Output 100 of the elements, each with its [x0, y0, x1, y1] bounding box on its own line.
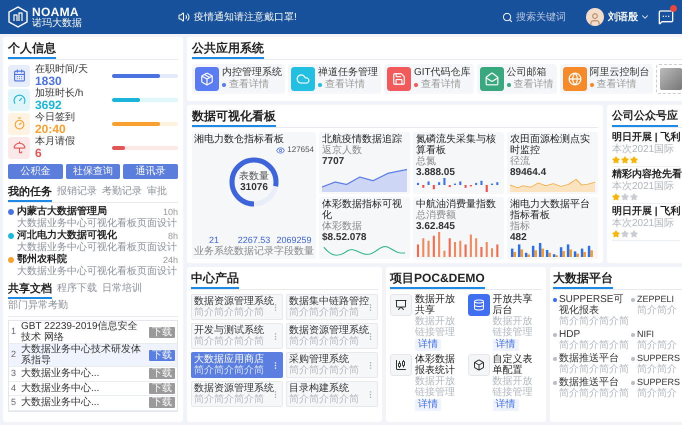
platform-name: SUPPERS [637, 353, 680, 364]
tab[interactable]: 部门异常考勤 [8, 299, 68, 316]
document-title: 大数据业务中心技术研发体系指导 [21, 344, 142, 366]
stat-icon [8, 136, 30, 158]
product-card[interactable]: 采购管理系统 简介简介简介简 [286, 352, 378, 378]
details-button[interactable]: 详情 [415, 399, 441, 411]
stat-icon [8, 88, 30, 110]
platform-caption: 简介简介 [637, 388, 678, 399]
app-tile[interactable]: 内控管理系统 查看详情 [192, 64, 285, 94]
quick-button[interactable]: 公积金 [8, 164, 63, 179]
download-button[interactable]: 下载 [149, 326, 175, 338]
project-icon-tile[interactable] [390, 354, 412, 376]
mail-icon [484, 72, 499, 86]
download-button[interactable]: 下载 [149, 350, 175, 360]
product-caption: 简介简介简介简 [194, 365, 265, 376]
stat-label: 业务系统 [194, 246, 234, 257]
stat-label: 字段数量 [274, 246, 314, 257]
quick-button[interactable]: 社保查询 [66, 164, 120, 179]
news-excerpt: 本次2021国际 [612, 181, 676, 192]
download-button[interactable]: 下载 [149, 382, 175, 394]
project-caption: 数据开放链接管理 [492, 376, 534, 398]
product-card[interactable]: 数据资源管理系统 简介简介简介简 [191, 294, 283, 320]
project-icon-tile[interactable] [468, 294, 490, 316]
details-button[interactable]: 详情 [492, 399, 518, 411]
product-caption: 简介简介简介简 [289, 365, 360, 376]
product-caption: 简介简介简介简 [289, 394, 360, 405]
product-card[interactable]: 数据资源管理系统 简介简介简介简 [286, 323, 378, 349]
project-caption: 数据开放链接管理 [415, 376, 456, 398]
tab[interactable]: 审批 [147, 185, 167, 202]
tab[interactable]: 报销记录 [57, 185, 97, 202]
details-link[interactable]: 查看详情 [421, 79, 461, 91]
message-icon[interactable] [658, 9, 674, 25]
product-card[interactable]: 目录构建系统 简介简介简介简 [286, 381, 378, 407]
tab[interactable]: 考勤记录 [102, 185, 142, 202]
platform-name: SUPPERSE可视化报表 [559, 294, 624, 316]
task-hours: 24h [162, 254, 178, 266]
document-title: GBT 22239-2019信息安全技术 网络 [21, 321, 139, 343]
metric-label: 总消费额 [416, 210, 457, 221]
project-icon-tile[interactable] [390, 294, 412, 316]
metric-value: 7707 [322, 156, 346, 167]
logo-subtitle: 诺玛大数据 [32, 18, 82, 28]
metric-value: 89464.4 [510, 167, 548, 178]
task-subtitle: 大数据业务中心可视化看板页面设计 [17, 266, 178, 277]
app-name: 阿里云控制台 [590, 67, 650, 78]
details-link[interactable]: 查看详情 [325, 79, 365, 91]
task-hours: 8h [168, 230, 178, 242]
news-excerpt: 本次2021国际 [612, 218, 676, 229]
task-subtitle: 大数据业务中心可视化看板页面设计 [17, 242, 178, 253]
globe-icon [568, 72, 582, 86]
section-title: 中心产品 [191, 271, 239, 289]
tab[interactable]: 我的任务 [8, 185, 52, 202]
user-name: 刘语殷 [608, 10, 638, 24]
stat-value: 2267.53 [238, 235, 270, 246]
document-row[interactable]: 3 大数据业务中心... 下载 [9, 367, 177, 382]
section-title: 大数据平台 [553, 271, 613, 289]
task-title: 鄂州农科院 [17, 254, 67, 266]
product-card[interactable]: 数据集中链路管控 简介简介简介简 [286, 294, 378, 320]
tab[interactable]: 共享文档 [8, 282, 52, 299]
section-title: 个人信息 [8, 41, 56, 59]
app-tile[interactable]: 阿里云控制台 查看详情 [560, 64, 653, 94]
product-card[interactable]: 数据资源管理系统 简介简介简介简 [191, 381, 283, 407]
platform-name: NIFI [637, 329, 655, 340]
document-row[interactable]: 4 大数据业务中心... 下载 [9, 382, 177, 396]
notification-badge [670, 5, 677, 12]
details-button[interactable]: 详情 [415, 339, 441, 351]
app-tile[interactable]: GIT代码仓库 查看详情 [384, 64, 474, 94]
candlestick-icon [395, 359, 407, 371]
app-tile[interactable]: 公司邮箱 查看详情 [476, 64, 557, 94]
project-icon-tile[interactable] [468, 354, 490, 376]
search-field[interactable]: 搜索关键词 [502, 10, 580, 24]
project-caption: 数据开放链接管理 [415, 316, 456, 338]
platform-name: 数据推送平台 [559, 377, 620, 388]
metric-label: 体彩数据 [322, 221, 363, 232]
details-button[interactable]: 详情 [492, 339, 518, 351]
metric-label: 返京人数 [322, 145, 363, 156]
logo-text: NOAMA [32, 6, 79, 18]
document-row[interactable]: 5 大数据业务中心... 下载 [9, 396, 177, 410]
app-tile[interactable]: 禅道任务管理 查看详情 [288, 64, 381, 94]
details-link[interactable]: 查看详情 [229, 79, 269, 91]
tab[interactable]: 程序下载 [57, 282, 97, 299]
package-icon [200, 72, 214, 86]
details-link[interactable]: 查看详情 [596, 79, 637, 91]
tab[interactable]: 日常培训 [102, 282, 142, 299]
cube-icon [472, 359, 484, 371]
platform-caption: 简介简介 [637, 340, 677, 351]
document-title: 大数据业务中心... [21, 397, 100, 408]
section-title: 数据可视化看板 [192, 109, 276, 127]
product-card[interactable]: 开发与测试系统 简介简介简介简 [191, 323, 283, 349]
project-name: 体彩数据报表统计 [415, 354, 456, 376]
quick-button[interactable]: 通讯录 [123, 164, 178, 179]
details-link[interactable]: 查看详情 [514, 79, 554, 91]
stat-label: 在职时间/天 [35, 64, 89, 74]
platform-caption: 简介简介 [637, 305, 677, 316]
download-button[interactable]: 下载 [149, 397, 175, 408]
card-title: 湘电力大数据平台指标看板 [510, 199, 591, 221]
image-placeholder [656, 64, 682, 94]
download-button[interactable]: 下载 [149, 368, 175, 380]
news-title: 明日开展 | 飞利 [612, 132, 680, 144]
product-card[interactable]: 大数据应用商店 简介简介简介简 [191, 352, 283, 378]
product-caption: 简介简介简介简 [289, 336, 360, 347]
